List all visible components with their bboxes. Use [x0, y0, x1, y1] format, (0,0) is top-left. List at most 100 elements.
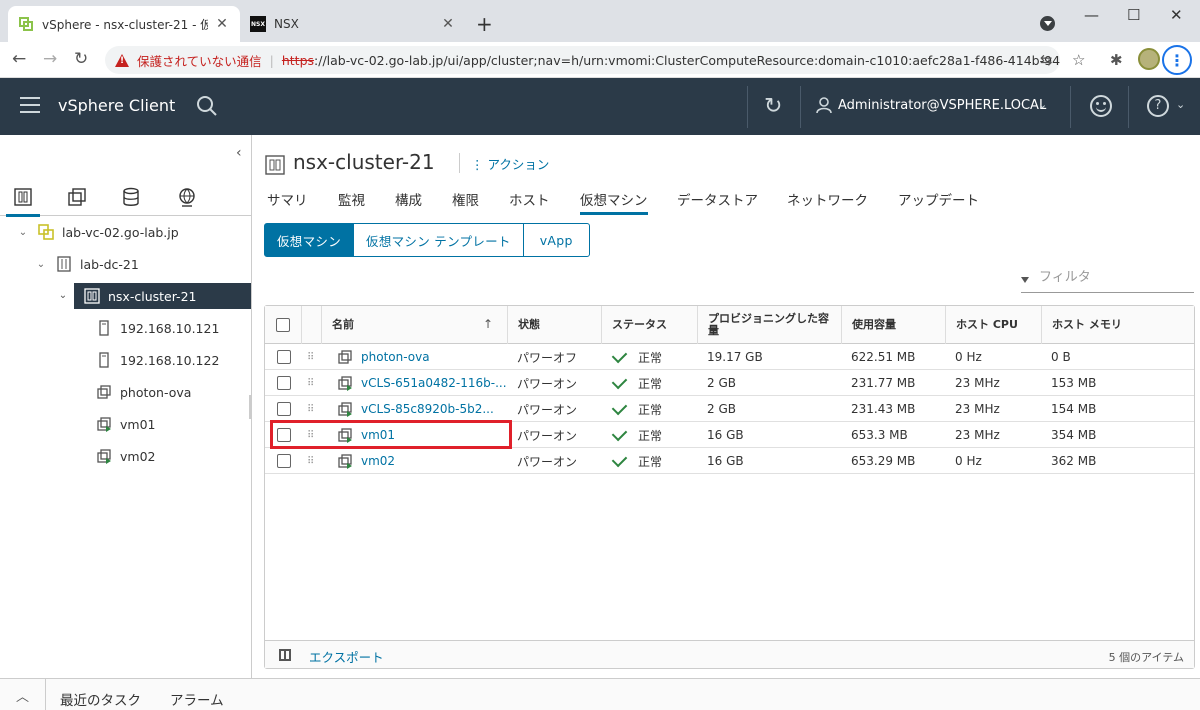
chevron-down-icon[interactable]: ⌄: [52, 283, 74, 309]
tab-configure[interactable]: 構成: [395, 189, 422, 209]
row-checkbox[interactable]: [277, 454, 291, 468]
bookmark-star-icon[interactable]: ☆: [1072, 51, 1085, 69]
storage-icon[interactable]: [118, 184, 144, 210]
tab-datastores[interactable]: データストア: [677, 189, 758, 209]
segment-vapp[interactable]: vApp: [522, 223, 590, 257]
networking-icon[interactable]: [174, 184, 200, 210]
back-arrow-icon[interactable]: ←: [12, 49, 26, 69]
tree-item-cluster[interactable]: ⌄ nsx-cluster-21: [52, 283, 251, 309]
search-icon[interactable]: [196, 95, 218, 117]
address-bar[interactable]: 保護されていない通信 | https ://lab-vc-02.go-lab.j…: [105, 46, 1060, 74]
vms-templates-icon[interactable]: [64, 184, 90, 210]
row-checkbox[interactable]: [277, 402, 291, 416]
tab-networks[interactable]: ネットワーク: [787, 189, 868, 209]
export-link[interactable]: エクスポート: [309, 647, 384, 666]
filter-input[interactable]: [1039, 270, 1189, 285]
column-header-state[interactable]: 状態: [507, 306, 601, 344]
chevron-down-icon[interactable]: ⌄: [1176, 98, 1185, 111]
provisioned-cell: 19.17 GB: [707, 350, 763, 364]
segment-vms[interactable]: 仮想マシン: [264, 223, 355, 257]
vm-name-link[interactable]: photon-ova: [361, 350, 430, 364]
minimize-icon[interactable]: —: [1084, 6, 1099, 24]
chevron-down-icon[interactable]: ⌄: [1038, 98, 1047, 111]
vm-name-cell[interactable]: vCLS-85c8920b-5b2...: [329, 396, 507, 422]
column-header-provisioned[interactable]: プロビジョニングした容量: [697, 306, 841, 344]
main-panel: nsx-cluster-21 ⋮ アクション サマリ 監視 構成 権限 ホスト …: [253, 135, 1200, 678]
column-header-host-memory[interactable]: ホスト メモリ: [1041, 306, 1194, 344]
row-checkbox[interactable]: [277, 376, 291, 390]
hosts-clusters-icon[interactable]: [6, 184, 40, 217]
maximize-icon[interactable]: ☐: [1127, 6, 1140, 24]
user-icon[interactable]: [815, 96, 833, 118]
vm-name-link[interactable]: vCLS-651a0482-116b-...: [361, 376, 507, 390]
tree-item-vm[interactable]: vm01: [96, 411, 155, 437]
chevron-down-icon[interactable]: ⌄: [34, 259, 48, 270]
table-row[interactable]: ⠿ vm02 パワーオン 正常 16 GB 653.29 MB 0 Hz 362…: [265, 448, 1194, 474]
refresh-icon[interactable]: ↻: [764, 94, 782, 119]
actions-menu[interactable]: ⋮ アクション: [471, 154, 549, 173]
provisioned-cell: 2 GB: [707, 376, 736, 390]
tree-item-vm[interactable]: photon-ova: [96, 379, 191, 405]
browser-tab-vsphere[interactable]: vSphere - nsx-cluster-21 - 仮想マ ✕: [8, 6, 240, 42]
help-icon[interactable]: ?: [1147, 95, 1169, 117]
tab-permissions[interactable]: 権限: [452, 189, 479, 209]
row-checkbox[interactable]: [277, 350, 291, 364]
tree-item-vm[interactable]: vm02: [96, 443, 155, 469]
browser-tab-nsx[interactable]: NSX NSX ✕: [240, 6, 466, 42]
translate-icon[interactable]: ⇆: [1040, 51, 1053, 69]
vm-name-cell[interactable]: photon-ova: [329, 344, 507, 370]
new-tab-button[interactable]: +: [476, 12, 493, 36]
user-menu[interactable]: Administrator@VSPHERE.LOCAL: [838, 98, 1046, 113]
column-header-status[interactable]: ステータス: [601, 306, 697, 344]
table-row[interactable]: ⠿ vCLS-651a0482-116b-... パワーオン 正常 2 GB 2…: [265, 370, 1194, 396]
tab-summary[interactable]: サマリ: [267, 189, 308, 209]
select-all-checkbox[interactable]: [276, 318, 290, 332]
reload-icon[interactable]: ↻: [74, 49, 88, 69]
tree-item-host[interactable]: 192.168.10.122: [96, 347, 219, 373]
url-text: ://lab-vc-02.go-lab.jp/ui/app/cluster;na…: [314, 52, 1060, 68]
forward-arrow-icon[interactable]: →: [43, 49, 57, 69]
tab-updates[interactable]: アップデート: [898, 189, 979, 209]
tab-vms[interactable]: 仮想マシン: [580, 189, 648, 215]
tab-monitor[interactable]: 監視: [338, 189, 365, 209]
drag-handle-icon[interactable]: ⠿: [307, 370, 321, 396]
profile-avatar[interactable]: [1138, 48, 1160, 70]
close-tab-icon[interactable]: ✕: [440, 16, 456, 32]
tree-item-label: lab-dc-21: [80, 256, 139, 272]
chevron-up-icon[interactable]: ︿: [0, 679, 46, 710]
column-header-name[interactable]: 名前 ↑: [321, 306, 507, 344]
vm-name-cell[interactable]: vCLS-651a0482-116b-...: [329, 370, 507, 396]
column-header-used[interactable]: 使用容量: [841, 306, 945, 344]
hamburger-menu-icon[interactable]: [20, 97, 40, 113]
vm-name-cell[interactable]: vm02: [329, 448, 507, 474]
close-tab-icon[interactable]: ✕: [214, 16, 230, 32]
tab-recent-tasks[interactable]: 最近のタスク: [60, 689, 141, 709]
column-toggle-icon[interactable]: [279, 649, 291, 661]
tab-hosts[interactable]: ホスト: [509, 189, 550, 209]
table-row[interactable]: ⠿ photon-ova パワーオフ 正常 19.17 GB 622.51 MB…: [265, 344, 1194, 370]
tree-item-host[interactable]: 192.168.10.121: [96, 315, 219, 341]
drag-handle-icon[interactable]: ⠿: [307, 448, 321, 474]
browser-menu-icon[interactable]: ⋮: [1162, 45, 1192, 75]
column-header-host-cpu[interactable]: ホスト CPU: [945, 306, 1041, 344]
extensions-icon[interactable]: ✱: [1110, 51, 1123, 69]
table-row[interactable]: ⠿ vCLS-85c8920b-5b2... パワーオン 正常 2 GB 231…: [265, 396, 1194, 422]
check-icon: [611, 373, 628, 389]
sidebar-resize-handle[interactable]: [249, 395, 252, 419]
tab-alarms[interactable]: アラーム: [170, 689, 224, 709]
tree-item-vcenter[interactable]: ⌄ lab-vc-02.go-lab.jp: [16, 219, 179, 245]
collapse-sidebar-icon[interactable]: ‹: [236, 145, 242, 161]
vm-name-link[interactable]: vm02: [361, 454, 395, 468]
drag-handle-icon[interactable]: ⠿: [307, 344, 321, 370]
window-close-icon[interactable]: ✕: [1170, 6, 1183, 24]
vm-name-link[interactable]: vCLS-85c8920b-5b2...: [361, 402, 494, 416]
feedback-smiley-icon[interactable]: [1090, 95, 1112, 117]
vsphere-header: vSphere Client ↻ Administrator@VSPHERE.L…: [0, 78, 1200, 135]
chevron-down-icon[interactable]: ⌄: [16, 227, 30, 238]
filter-icon: [1021, 277, 1029, 283]
segment-vm-templates[interactable]: 仮想マシン テンプレート: [353, 223, 524, 257]
drag-handle-icon[interactable]: ⠿: [307, 396, 321, 422]
sort-up-icon[interactable]: ↑: [483, 318, 493, 330]
tree-item-datacenter[interactable]: ⌄ lab-dc-21: [34, 251, 139, 277]
tab-search-icon[interactable]: [1040, 16, 1055, 31]
